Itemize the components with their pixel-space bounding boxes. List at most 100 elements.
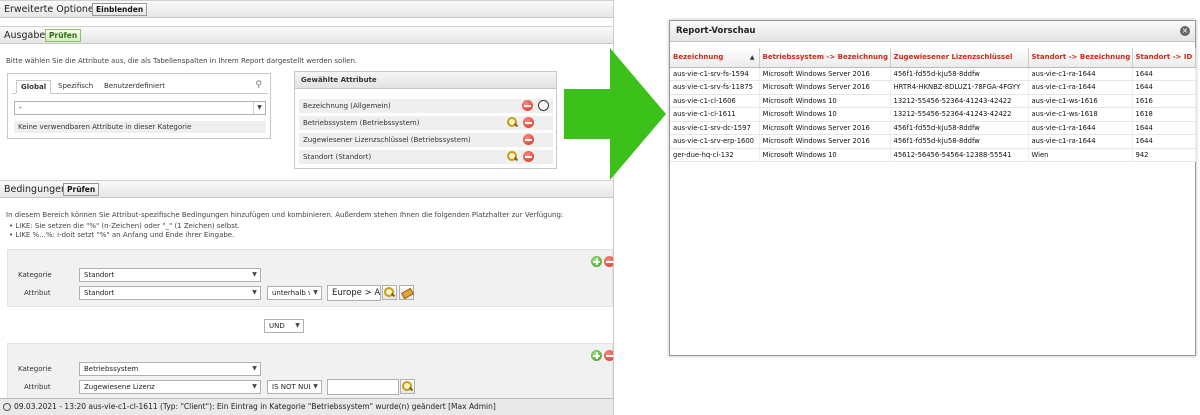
category-select[interactable]: - ▼ [14, 101, 266, 115]
chevron-down-icon: ▼ [249, 363, 260, 375]
table-row[interactable]: aus-vie-c1-srv-dc-1597 Microsoft Windows … [670, 121, 1196, 135]
table-row[interactable]: aus-vie-c1-srv-erp-1600 Microsoft Windows… [670, 134, 1196, 149]
table-cell: 13212-55456-52364-41243-42422 [890, 94, 1029, 108]
conditions-section-title: Bedingungen [4, 184, 68, 195]
conditions-check-button[interactable]: Prüfen [63, 183, 100, 196]
table-row[interactable]: ger-due-hq-cl-132 Microsoft Windows 10 456… [670, 148, 1196, 162]
close-icon[interactable]: × [1180, 26, 1190, 36]
table-cell: HRTR4-HKNBZ-8DLUZ1-78FGA-4FGYY [890, 80, 1029, 95]
conditions-section-header: Bedingungen Prüfen [0, 180, 613, 198]
chevron-down-icon: ▼ [253, 102, 265, 114]
placeholder-bullet: • LIKE: Sie setzen die "%" (n-Zeichen) o… [9, 222, 240, 230]
remove-icon[interactable] [521, 100, 533, 111]
table-cell: aus-vie-c1-srv-fs-11875 [670, 80, 760, 95]
table-cell: aus-vie-c1-ra-1644 [1028, 67, 1133, 81]
condition-operator-select[interactable]: unterhalb v ▼ [267, 286, 322, 300]
table-cell: Microsoft Windows 10 [759, 148, 891, 162]
sort-ascending-icon[interactable]: ▲ [750, 54, 755, 61]
condition-attribute-select[interactable]: Standort ▼ [79, 286, 261, 300]
selected-attribute-label: Betriebssystem (Betriebssystem) [303, 119, 420, 127]
condition-block: Kategorie Standort ▼ Attribut Standort ▼… [7, 249, 613, 307]
condition-operator-select[interactable]: IS NOT NUL ▼ [267, 380, 322, 394]
radio-circle-icon[interactable] [538, 100, 549, 111]
search-icon[interactable]: ⚲ [255, 80, 262, 90]
add-condition-icon[interactable] [591, 256, 602, 267]
table-cell: 942 [1132, 148, 1196, 162]
placeholder-bullet: • LIKE %...%: i-doit setzt "%" an Anfang… [9, 231, 235, 239]
chevron-down-icon: ▼ [249, 269, 260, 281]
table-cell: Microsoft Windows Server 2016 [759, 121, 891, 135]
condition-connector-select[interactable]: UND ▼ [264, 319, 304, 333]
table-cell: aus-vie-c1-cl-1611 [670, 107, 760, 122]
browse-value-button[interactable] [400, 379, 415, 394]
table-cell: 456f1-fd55d-kju58-8ddfw [890, 67, 1029, 81]
table-cell: Wien [1028, 148, 1133, 162]
remove-icon[interactable] [523, 151, 534, 162]
attribute-picker: Global Spezifisch Benutzerdefiniert ⚲ - … [7, 73, 271, 139]
table-cell: 1616 [1132, 94, 1196, 108]
magnifier-icon[interactable] [506, 151, 518, 162]
magnifier-icon[interactable] [506, 117, 518, 128]
column-header[interactable]: Standort -> Bezeichnung [1028, 48, 1133, 68]
selected-attribute-row[interactable]: Betriebssystem (Betriebssystem) [299, 116, 553, 130]
tab-global[interactable]: Global [16, 80, 52, 94]
table-cell: 456f1-fd55d-kju58-8ddfw [890, 121, 1029, 135]
condition-value-input[interactable] [327, 379, 399, 395]
tab-custom[interactable]: Benutzerdefiniert [100, 80, 169, 94]
condition-value-input[interactable]: Europe > Au [327, 285, 381, 301]
table-row[interactable]: aus-vie-c1-srv-fs-11875 Microsoft Windows… [670, 80, 1196, 95]
attribute-label: Attribut [24, 289, 51, 297]
table-cell: aus-vie-c1-ra-1644 [1028, 134, 1133, 149]
chevron-down-icon: ▼ [310, 381, 321, 393]
column-header[interactable]: Betriebssystem -> Bezeichnung [759, 48, 891, 68]
selected-attribute-row[interactable]: Standort (Standort) [299, 150, 553, 164]
condition-attribute-select[interactable]: Zugewiesene Lizenz ▼ [79, 380, 261, 394]
selected-attribute-row[interactable]: Zugewiesener Lizenzschlüssel (Betriebssy… [299, 133, 553, 147]
chevron-down-icon: ▼ [249, 381, 260, 393]
condition-category-select[interactable]: Betriebssystem ▼ [79, 362, 261, 376]
selected-attribute-label: Zugewiesener Lizenzschlüssel (Betriebssy… [303, 136, 471, 144]
remove-icon[interactable] [523, 117, 534, 128]
table-row[interactable]: aus-vie-c1-cl-1606 Microsoft Windows 10 13… [670, 94, 1196, 108]
conditions-description: In diesem Bereich können Sie Attribut-sp… [6, 211, 564, 219]
browse-location-button[interactable] [382, 285, 397, 300]
table-cell: 45612-56456-54564-12388-55541 [890, 148, 1029, 162]
output-description: Bitte wählen Sie die Attribute aus, die … [6, 57, 358, 65]
tab-specific[interactable]: Spezifisch [54, 80, 97, 94]
remove-condition-icon[interactable] [604, 350, 613, 361]
selected-attributes-panel: Gewählte Attribute Bezeichnung (Allgemei… [294, 71, 557, 169]
selected-attributes-header: Gewählte Attribute [295, 72, 556, 89]
flow-arrow-icon [564, 48, 666, 180]
table-row[interactable]: aus-vie-c1-srv-fs-1594 Microsoft Windows … [670, 67, 1196, 81]
output-check-button[interactable]: Prüfen [45, 29, 82, 42]
table-cell: aus-vie-c1-ws-1616 [1028, 94, 1133, 108]
report-editor-panel: Erweiterte Optionen Einblenden Ausgabe P… [0, 0, 614, 415]
show-advanced-button[interactable]: Einblenden [92, 3, 148, 16]
chevron-down-icon: ▼ [292, 320, 303, 332]
magnifier-icon [402, 381, 413, 392]
remove-icon[interactable] [523, 134, 534, 145]
output-section-title: Ausgabe [4, 30, 46, 41]
advanced-options-title: Erweiterte Optionen [4, 4, 100, 15]
table-cell: Microsoft Windows Server 2016 [759, 67, 891, 81]
column-header[interactable]: Bezeichnung ▲ [670, 48, 760, 68]
table-cell: Microsoft Windows 10 [759, 107, 891, 122]
table-row[interactable]: aus-vie-c1-cl-1611 Microsoft Windows 10 13… [670, 107, 1196, 122]
status-message: 09.03.2021 - 13:20 aus-vie-c1-cl-1611 (T… [14, 402, 496, 411]
category-label: Kategorie [18, 365, 52, 373]
column-header[interactable]: Standort -> ID [1132, 48, 1196, 68]
table-cell: 1644 [1132, 121, 1196, 135]
category-select-value: - [19, 103, 22, 112]
status-bar: 09.03.2021 - 13:20 aus-vie-c1-cl-1611 (T… [0, 398, 613, 415]
attribute-label: Attribut [24, 383, 51, 391]
table-cell: aus-vie-c1-cl-1606 [670, 94, 760, 108]
column-header[interactable]: Zugewiesener Lizenzschlüssel [890, 48, 1029, 68]
table-cell: 1618 [1132, 107, 1196, 122]
selected-attribute-row[interactable]: Bezeichnung (Allgemein) [299, 99, 553, 113]
preview-title: Report-Vorschau [676, 26, 756, 36]
condition-category-select[interactable]: Standort ▼ [79, 268, 261, 282]
clear-value-button[interactable] [399, 285, 414, 300]
remove-condition-icon[interactable] [604, 256, 613, 267]
add-condition-icon[interactable] [591, 350, 602, 361]
table-cell: aus-vie-c1-ws-1618 [1028, 107, 1133, 122]
